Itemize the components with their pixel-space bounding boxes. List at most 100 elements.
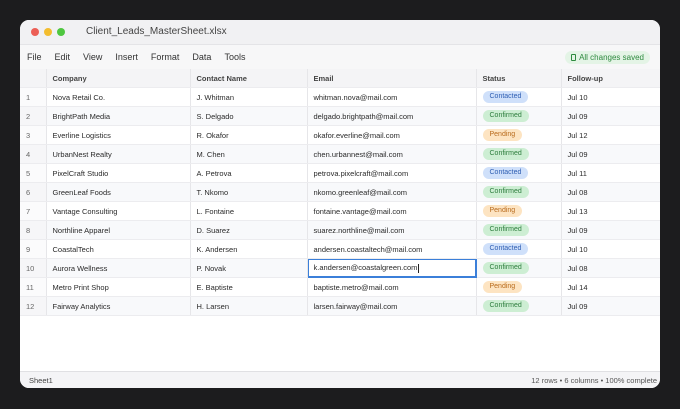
- column-header-company[interactable]: Company: [46, 69, 191, 88]
- cell-status[interactable]: Confirmed: [476, 258, 562, 278]
- cell-status[interactable]: Contacted: [476, 163, 562, 183]
- cell-email[interactable]: suarez.northline@mail.com: [307, 220, 477, 240]
- cell-company[interactable]: Vantage Consulting: [46, 201, 191, 221]
- menu-item-view[interactable]: View: [83, 52, 102, 62]
- row-number[interactable]: 7: [20, 201, 47, 221]
- minimize-window-button[interactable]: [44, 28, 52, 36]
- row-number[interactable]: 8: [20, 220, 47, 240]
- cell-contact[interactable]: T. Nkomo: [190, 182, 308, 202]
- cell-company[interactable]: GreenLeaf Foods: [46, 182, 191, 202]
- row-number[interactable]: 5: [20, 163, 47, 183]
- cell-contact[interactable]: J. Whitman: [190, 87, 308, 107]
- cell-email[interactable]: whitman.nova@mail.com: [307, 87, 477, 107]
- cell-company[interactable]: Aurora Wellness: [46, 258, 191, 278]
- row-number[interactable]: 10: [20, 258, 47, 278]
- cell-status[interactable]: Pending: [476, 277, 562, 297]
- cell-contact[interactable]: R. Okafor: [190, 125, 308, 145]
- cell-followup[interactable]: Jul 10: [561, 87, 660, 107]
- cell-followup[interactable]: Jul 14: [561, 277, 660, 297]
- cell-contact[interactable]: L. Fontaine: [190, 201, 308, 221]
- row-number[interactable]: 1: [20, 87, 47, 107]
- cell-status[interactable]: Pending: [476, 201, 562, 221]
- cell-contact[interactable]: D. Suarez: [190, 220, 308, 240]
- cell-followup[interactable]: Jul 10: [561, 239, 660, 259]
- cell-email[interactable]: petrova.pixelcraft@mail.com: [307, 163, 477, 183]
- cell-contact[interactable]: P. Novak: [190, 258, 308, 278]
- cell-email[interactable]: larsen.fairway@mail.com: [307, 296, 477, 316]
- cell-email[interactable]: andersen.coastaltech@mail.com: [307, 239, 477, 259]
- cell-followup[interactable]: Jul 09: [561, 296, 660, 316]
- cell-followup[interactable]: Jul 13: [561, 201, 660, 221]
- cell-followup[interactable]: Jul 09: [561, 144, 660, 164]
- cell-status[interactable]: Contacted: [476, 239, 562, 259]
- cell-followup[interactable]: Jul 09: [561, 106, 660, 126]
- corner-cell[interactable]: [20, 69, 47, 88]
- column-header-contact[interactable]: Contact Name: [190, 69, 308, 88]
- cell-contact[interactable]: S. Delgado: [190, 106, 308, 126]
- window-controls: [31, 28, 65, 36]
- menu-item-data[interactable]: Data: [192, 52, 211, 62]
- cell-company[interactable]: CoastalTech: [46, 239, 191, 259]
- cell-company[interactable]: UrbanNest Realty: [46, 144, 191, 164]
- cell-email[interactable]: baptiste.metro@mail.com: [307, 277, 477, 297]
- cell-contact[interactable]: H. Larsen: [190, 296, 308, 316]
- save-status-badge: All changes saved: [565, 51, 650, 64]
- cell-status[interactable]: Contacted: [476, 87, 562, 107]
- cell-edit-text: k.andersen@coastalgreen.com: [313, 263, 418, 273]
- cell-contact[interactable]: A. Petrova: [190, 163, 308, 183]
- menu-item-tools[interactable]: Tools: [224, 52, 245, 62]
- cell-company[interactable]: Northline Apparel: [46, 220, 191, 240]
- cell-company[interactable]: Fairway Analytics: [46, 296, 191, 316]
- cell-followup[interactable]: Jul 09: [561, 220, 660, 240]
- cell-contact[interactable]: K. Andersen: [190, 239, 308, 259]
- cell-email[interactable]: chen.urbannest@mail.com: [307, 144, 477, 164]
- table-row: 10 Aurora Wellness P. Novak k.andersen@coas…: [20, 258, 660, 278]
- cell-followup[interactable]: Jul 08: [561, 258, 660, 278]
- column-header-email[interactable]: Email: [307, 69, 477, 88]
- cell-email-editing[interactable]: k.andersen@coastalgreen.com: [306, 258, 477, 278]
- status-badge: Contacted: [482, 243, 529, 255]
- cell-followup[interactable]: Jul 12: [561, 125, 660, 145]
- close-window-button[interactable]: [31, 28, 39, 36]
- menu-item-insert[interactable]: Insert: [115, 52, 138, 62]
- cell-company[interactable]: Everline Logistics: [46, 125, 191, 145]
- status-badge: Confirmed: [482, 300, 529, 312]
- sheet-tab[interactable]: Sheet1: [29, 376, 53, 385]
- row-number[interactable]: 9: [20, 239, 47, 259]
- menu-item-edit[interactable]: Edit: [55, 52, 71, 62]
- row-number[interactable]: 2: [20, 106, 47, 126]
- cell-followup[interactable]: Jul 08: [561, 182, 660, 202]
- spreadsheet-grid: Company Contact Name Email Status Follow…: [20, 69, 660, 316]
- status-badge: Confirmed: [482, 262, 529, 274]
- cell-status[interactable]: Confirmed: [476, 182, 562, 202]
- cell-status[interactable]: Confirmed: [476, 144, 562, 164]
- menu-bar: File Edit View Insert Format Data Tools All ch…: [20, 45, 660, 70]
- cell-contact[interactable]: E. Baptiste: [190, 277, 308, 297]
- column-header-followup[interactable]: Follow-up: [561, 69, 660, 88]
- cell-followup[interactable]: Jul 11: [561, 163, 660, 183]
- menu-item-file[interactable]: File: [27, 52, 42, 62]
- maximize-window-button[interactable]: [57, 28, 65, 36]
- status-badge: Confirmed: [482, 110, 529, 122]
- cell-email[interactable]: nkomo.greenleaf@mail.com: [307, 182, 477, 202]
- cell-company[interactable]: BrightPath Media: [46, 106, 191, 126]
- cell-email[interactable]: fontaine.vantage@mail.com: [307, 201, 477, 221]
- cell-company[interactable]: Nova Retail Co.: [46, 87, 191, 107]
- cell-status[interactable]: Confirmed: [476, 296, 562, 316]
- cell-company[interactable]: PixelCraft Studio: [46, 163, 191, 183]
- row-number[interactable]: 4: [20, 144, 47, 164]
- cell-company[interactable]: Metro Print Shop: [46, 277, 191, 297]
- cell-status[interactable]: Pending: [476, 125, 562, 145]
- cell-contact[interactable]: M. Chen: [190, 144, 308, 164]
- cell-status[interactable]: Confirmed: [476, 220, 562, 240]
- row-number[interactable]: 12: [20, 296, 47, 316]
- row-number[interactable]: 3: [20, 125, 47, 145]
- row-number[interactable]: 6: [20, 182, 47, 202]
- cell-status[interactable]: Confirmed: [476, 106, 562, 126]
- cell-email[interactable]: okafor.everline@mail.com: [307, 125, 477, 145]
- row-number[interactable]: 11: [20, 277, 47, 297]
- table-row: 7 Vantage Consulting L. Fontaine fontaine.v…: [20, 201, 660, 221]
- menu-item-format[interactable]: Format: [151, 52, 180, 62]
- cell-email[interactable]: delgado.brightpath@mail.com: [307, 106, 477, 126]
- column-header-status[interactable]: Status: [476, 69, 562, 88]
